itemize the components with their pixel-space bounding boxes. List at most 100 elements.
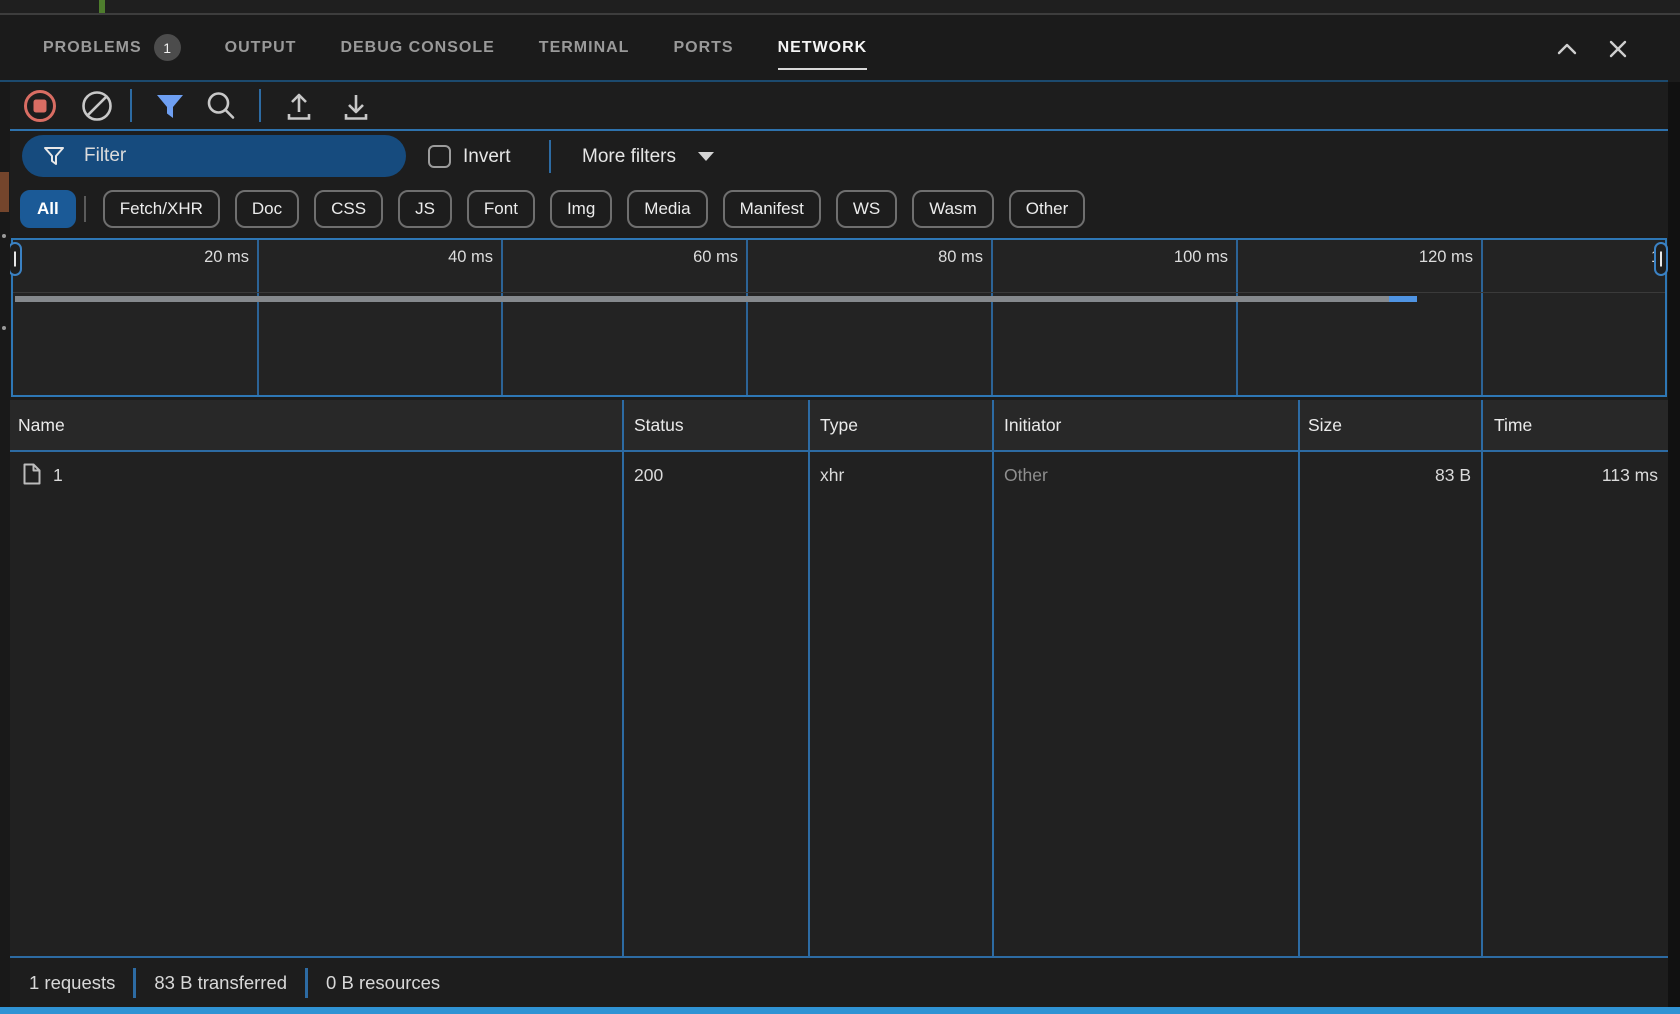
- resource-type-chip-label: Wasm: [929, 199, 977, 219]
- upload-icon: [281, 88, 317, 124]
- resource-type-chip[interactable]: JS: [398, 190, 452, 228]
- resource-type-chip-label: Img: [567, 199, 595, 219]
- panel-tab-label: OUTPUT: [225, 39, 297, 57]
- toolbar-separator: [130, 89, 132, 122]
- filter-input[interactable]: [82, 144, 406, 168]
- record-network-log-button[interactable]: [22, 88, 58, 124]
- clear-network-log-button[interactable]: [79, 88, 115, 124]
- timeline-tick-label: 20 ms: [97, 248, 249, 267]
- network-toolbar: [0, 82, 1668, 129]
- request-cell-text: xhr: [820, 465, 844, 485]
- code-line: 20 // const yourMMKVStorage = new MMKV()…: [0, 0, 69, 13]
- resource-type-chip[interactable]: Manifest: [723, 190, 821, 228]
- panel-close-button[interactable]: [1603, 34, 1633, 64]
- timeline-gridline: [257, 240, 259, 395]
- toggle-filter-bar-button[interactable]: [152, 88, 188, 124]
- panel-maximize-button[interactable]: [1552, 34, 1582, 64]
- document-icon: [22, 462, 42, 486]
- resource-type-chip[interactable]: Fetch/XHR: [103, 190, 220, 228]
- summary-item: 1 requests: [29, 972, 115, 994]
- column-header[interactable]: Type: [820, 400, 858, 450]
- timeline-tick-label: 60 ms: [586, 248, 738, 267]
- panel-tab-label: DEBUG CONSOLE: [340, 39, 494, 57]
- timeline-gridline: [746, 240, 748, 395]
- panel-tab[interactable]: PROBLEMS 1: [43, 15, 181, 80]
- panel-tab-label: PROBLEMS: [43, 39, 142, 57]
- code-editor-strip: 20 // const yourMMKVStorage = new MMKV()…: [0, 0, 1680, 13]
- resource-type-chip[interactable]: Wasm: [912, 190, 994, 228]
- invert-label: Invert: [463, 131, 511, 182]
- filter-bar: Invert More filters: [0, 131, 1668, 182]
- request-cell: 1: [10, 452, 610, 499]
- summary-separator: [305, 968, 308, 998]
- invert-checkbox[interactable]: [428, 145, 451, 168]
- resource-type-chip-label: WS: [853, 199, 880, 219]
- resource-type-chip-label: Manifest: [740, 199, 804, 219]
- column-header[interactable]: Initiator: [1004, 400, 1061, 450]
- record-stop-icon: [22, 88, 58, 124]
- resource-type-chip[interactable]: WS: [836, 190, 897, 228]
- timeline-tick-label: 80 ms: [831, 248, 983, 267]
- panel-tab-label: PORTS: [673, 39, 733, 57]
- filter-bar-separator: [549, 140, 551, 173]
- resource-type-chip-label: Font: [484, 199, 518, 219]
- request-cell: xhr: [820, 452, 980, 499]
- export-har-button[interactable]: [338, 88, 374, 124]
- column-header[interactable]: Status: [634, 400, 684, 450]
- search-icon: [203, 88, 239, 124]
- scrollbar-dot: [2, 326, 6, 330]
- resource-type-chip[interactable]: Img: [550, 190, 612, 228]
- timeline-tick-label: 120 ms: [1321, 248, 1473, 267]
- column-header[interactable]: Time: [1494, 400, 1532, 450]
- resource-type-chip[interactable]: Font: [467, 190, 535, 228]
- timeline-gridline: [501, 240, 503, 395]
- panel-tab[interactable]: NETWORK: [778, 15, 868, 80]
- download-icon: [338, 88, 374, 124]
- column-header[interactable]: Name: [18, 400, 65, 450]
- panel-focus-border: [0, 1007, 1680, 1014]
- summary-item-text: 1 requests: [29, 972, 115, 994]
- resource-type-chip-label: JS: [415, 199, 435, 219]
- request-cell-text: 113 ms: [1602, 465, 1658, 485]
- filter-input-pill[interactable]: [22, 135, 406, 177]
- summary-item: 0 B resources: [287, 968, 440, 998]
- summary-item: 83 B transferred: [115, 968, 287, 998]
- panel-tab[interactable]: DEBUG CONSOLE: [340, 15, 494, 80]
- request-cell: 200: [634, 452, 804, 499]
- chevron-up-icon: [1552, 34, 1582, 64]
- resource-type-chip[interactable]: CSS: [314, 190, 383, 228]
- timeline-tick-label: 100 ms: [1076, 248, 1228, 267]
- panel-tab[interactable]: OUTPUT: [225, 15, 297, 80]
- resource-type-chip[interactable]: Doc: [235, 190, 299, 228]
- close-icon: [1603, 34, 1633, 64]
- scrollbar-dot: [2, 234, 6, 238]
- panel-tab[interactable]: PORTS: [673, 15, 733, 80]
- resource-type-chip-label: Other: [1026, 199, 1069, 219]
- panel-tab-label: NETWORK: [778, 39, 868, 57]
- filter-funnel-icon: [152, 88, 188, 124]
- timeline-gridline: [1481, 240, 1483, 395]
- resource-type-chip[interactable]: Other: [1009, 190, 1086, 228]
- request-cell-text: 1: [53, 465, 63, 485]
- overview-request-bar-download: [1389, 296, 1417, 302]
- summary-bar: 1 requests83 B transferred0 B resources: [0, 958, 1668, 1007]
- more-filters-label: More filters: [582, 146, 676, 168]
- column-header[interactable]: Size: [1308, 400, 1342, 450]
- problems-count-badge: 1: [154, 34, 181, 61]
- import-har-button[interactable]: [281, 88, 317, 124]
- panel-tab[interactable]: TERMINAL: [539, 15, 630, 80]
- timeline-tick-label: 40 ms: [341, 248, 493, 267]
- overview-window-handle-right[interactable]: [1654, 242, 1668, 276]
- network-overview-timeline[interactable]: 20 ms 40 ms 60 ms 80 ms 100 ms 120 ms: [11, 238, 1667, 397]
- toolbar-separator: [259, 89, 261, 122]
- ruler-divider: [13, 292, 1665, 293]
- right-edge-strip: [1668, 82, 1680, 1007]
- resource-type-chip[interactable]: All: [20, 190, 76, 228]
- requests-table-header: Name Status Type Initiator Size Time: [0, 400, 1668, 450]
- resource-type-chip[interactable]: Media: [627, 190, 707, 228]
- panel-tab-bar: PROBLEMS 1 OUTPUT DEBUG CONSOLE TERMINAL…: [0, 15, 1680, 80]
- request-row[interactable]: 1 200 xhr Other: [0, 452, 1668, 499]
- overview-window-handle-left[interactable]: [8, 242, 22, 276]
- more-filters-button[interactable]: More filters: [576, 131, 720, 182]
- search-network-button[interactable]: [203, 88, 239, 124]
